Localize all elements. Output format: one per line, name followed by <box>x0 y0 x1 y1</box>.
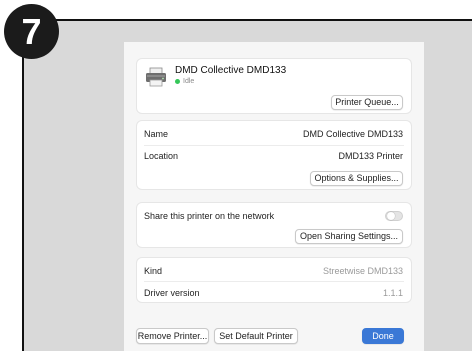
share-printer-label: Share this printer on the network <box>144 211 275 221</box>
row-divider <box>144 145 404 146</box>
driver-version-label: Driver version <box>144 288 200 298</box>
details-group: Kind Streetwise DMD133 Driver version 1.… <box>136 257 412 303</box>
printer-name: DMD Collective DMD133 <box>175 65 287 76</box>
remove-printer-button[interactable]: Remove Printer... <box>136 328 209 344</box>
open-sharing-settings-button[interactable]: Open Sharing Settings... <box>295 229 403 244</box>
location-label: Location <box>144 151 179 161</box>
row-divider <box>144 281 404 282</box>
printer-header-group: DMD Collective DMD133 Idle Printer Queue… <box>136 58 412 114</box>
kind-label: Kind <box>144 266 163 276</box>
printer-status-text: Idle <box>183 78 195 85</box>
sharing-group: Share this printer on the network Open S… <box>136 202 412 248</box>
screenshot-frame: DMD Collective DMD133 Idle Printer Queue… <box>22 19 472 351</box>
location-value: DMD133 Printer <box>338 151 403 161</box>
printer-icon <box>146 67 166 87</box>
status-dot-icon <box>175 78 180 84</box>
printer-settings-sheet: DMD Collective DMD133 Idle Printer Queue… <box>124 42 424 351</box>
name-value: DMD Collective DMD133 <box>302 129 403 139</box>
options-supplies-button[interactable]: Options & Supplies... <box>310 171 403 186</box>
set-default-printer-button[interactable]: Set Default Printer <box>214 328 298 344</box>
printer-queue-button[interactable]: Printer Queue... <box>331 95 403 110</box>
name-label: Name <box>144 129 169 139</box>
printer-status: Idle <box>175 78 194 85</box>
done-button[interactable]: Done <box>362 328 404 344</box>
toggle-knob <box>387 212 395 220</box>
share-printer-toggle[interactable] <box>385 211 403 221</box>
printer-info-group: Name DMD Collective DMD133 Location DMD1… <box>136 120 412 190</box>
driver-version-value: 1.1.1 <box>382 288 403 298</box>
kind-value: Streetwise DMD133 <box>322 266 403 276</box>
step-number-badge: 7 <box>4 4 59 59</box>
